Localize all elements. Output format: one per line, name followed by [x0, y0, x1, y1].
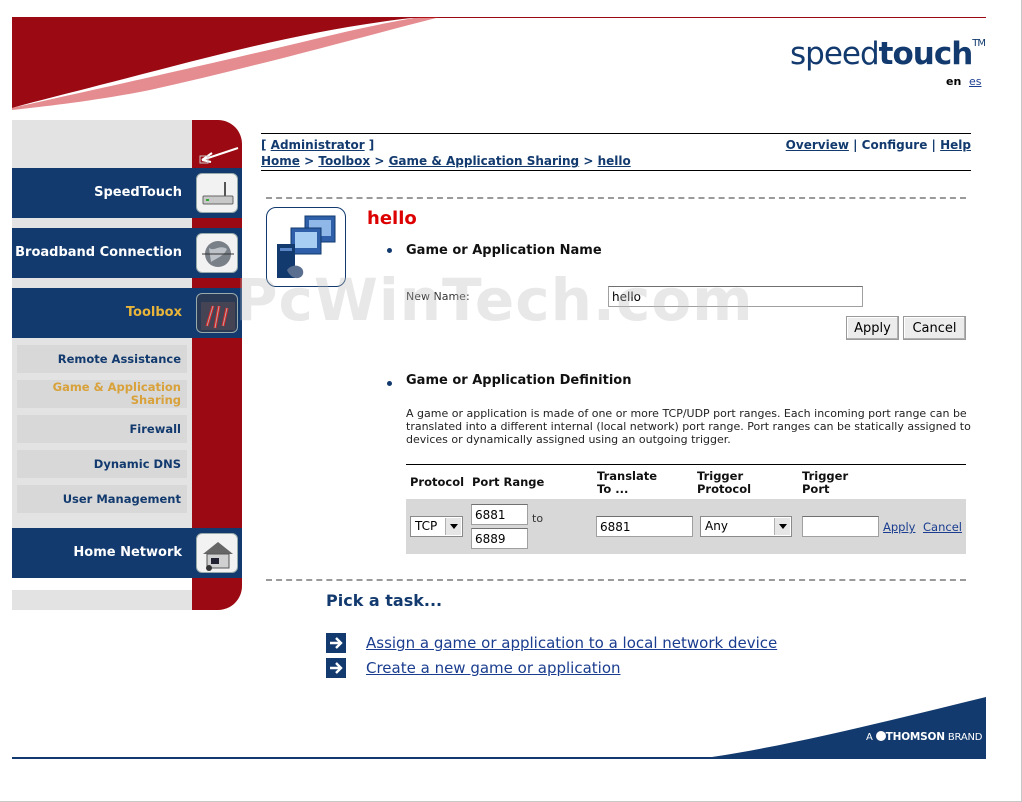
header-port-range: Port Range	[472, 475, 545, 489]
trigger-port-input[interactable]	[802, 516, 879, 537]
subnav-dynamic-dns[interactable]: Dynamic DNS	[17, 450, 187, 478]
protocol-select[interactable]: TCP	[410, 516, 463, 537]
section-heading-definition: Game or Application Definition	[406, 373, 632, 388]
thomson-brand: A THOMSON BRAND	[866, 731, 983, 743]
nav-speedtouch[interactable]: SpeedTouch	[12, 168, 242, 218]
top-navigation-bar: [ Administrator ] Home > Toolbox > Game …	[261, 133, 971, 171]
administrator-link[interactable]: Administrator	[271, 138, 365, 152]
globe-icon	[196, 233, 238, 273]
language-en: en	[946, 75, 962, 88]
chevron-down-icon	[445, 518, 461, 535]
configure-link[interactable]: Configure	[862, 138, 928, 152]
header-trigger-protocol: Trigger Protocol	[697, 469, 752, 496]
user-role: [ Administrator ]	[261, 138, 375, 152]
subnav-user-management[interactable]: User Management	[17, 485, 187, 513]
breadcrumb: Home > Toolbox > Game & Application Shar…	[261, 154, 631, 168]
nav-home-network[interactable]: Home Network	[12, 528, 242, 578]
new-name-label: New Name:	[406, 290, 470, 303]
bullet	[387, 248, 392, 253]
language-es-link[interactable]: es	[969, 75, 982, 88]
speedtouch-logo: speedtouchTM	[790, 36, 986, 72]
cancel-button[interactable]: Cancel	[903, 316, 966, 340]
definition-description: A game or application is made of one or …	[406, 407, 971, 446]
nav-toolbox[interactable]: Toolbox	[12, 288, 242, 338]
divider	[266, 197, 966, 199]
sidebar-gap	[12, 278, 192, 288]
table-row: TCP to Any Apply Cancel	[406, 499, 966, 554]
overview-link[interactable]: Overview	[786, 138, 849, 152]
new-name-input[interactable]	[608, 286, 863, 307]
breadcrumb-toolbox[interactable]: Toolbox	[318, 154, 370, 168]
to-label: to	[532, 512, 544, 525]
thomson-logo-icon	[875, 731, 886, 741]
breadcrumb-home[interactable]: Home	[261, 154, 300, 168]
toolbox-icon	[196, 293, 238, 333]
sidebar-gap	[12, 218, 192, 228]
header-trigger-port: Trigger Port	[802, 469, 849, 496]
pick-a-task-heading: Pick a task...	[326, 591, 443, 610]
game-sharing-icon	[266, 207, 346, 287]
arrow-right-icon	[326, 633, 346, 653]
house-icon	[196, 533, 238, 573]
sidebar-top	[12, 120, 192, 168]
subnav-firewall[interactable]: Firewall	[17, 415, 187, 443]
translate-to-input[interactable]	[596, 516, 693, 537]
footer-banner	[12, 697, 986, 759]
port-range-to-input[interactable]	[471, 528, 528, 549]
divider	[266, 579, 966, 581]
breadcrumb-current[interactable]: hello	[598, 154, 631, 168]
header-protocol: Protocol	[410, 475, 465, 489]
nav-broadband-connection[interactable]: Broadband Connection	[12, 228, 242, 278]
toolbox-submenu: Remote Assistance Game & Application Sha…	[12, 338, 192, 528]
subnav-game-application-sharing[interactable]: Game & Application Sharing	[17, 380, 187, 408]
router-icon	[196, 173, 238, 213]
subnav-remote-assistance[interactable]: Remote Assistance	[17, 345, 187, 373]
page-title: hello	[367, 208, 417, 229]
section-heading-name: Game or Application Name	[406, 243, 602, 258]
assign-game-link[interactable]: Assign a game or application to a local …	[366, 634, 777, 652]
view-links: Overview | Configure | Help	[785, 138, 971, 152]
breadcrumb-game-application-sharing[interactable]: Game & Application Sharing	[389, 154, 580, 168]
trigger-protocol-select[interactable]: Any	[700, 516, 792, 537]
header-translate-to: Translate To ...	[597, 469, 658, 496]
help-link[interactable]: Help	[940, 138, 971, 152]
apply-button[interactable]: Apply	[846, 316, 899, 340]
row-apply-link[interactable]: Apply	[883, 520, 915, 534]
back-arrow-icon[interactable]	[198, 144, 240, 164]
sidebar-bottom	[12, 590, 192, 610]
port-range-from-input[interactable]	[471, 504, 528, 525]
create-game-link[interactable]: Create a new game or application	[366, 659, 621, 677]
port-range-table: Protocol Port Range Translate To ... Trig…	[406, 464, 966, 554]
chevron-down-icon	[774, 518, 790, 535]
row-cancel-link[interactable]: Cancel	[923, 520, 962, 534]
arrow-right-icon	[326, 658, 346, 678]
bullet	[387, 381, 392, 386]
sidebar: SpeedTouch Broadband Connection Toolbox …	[12, 120, 242, 610]
